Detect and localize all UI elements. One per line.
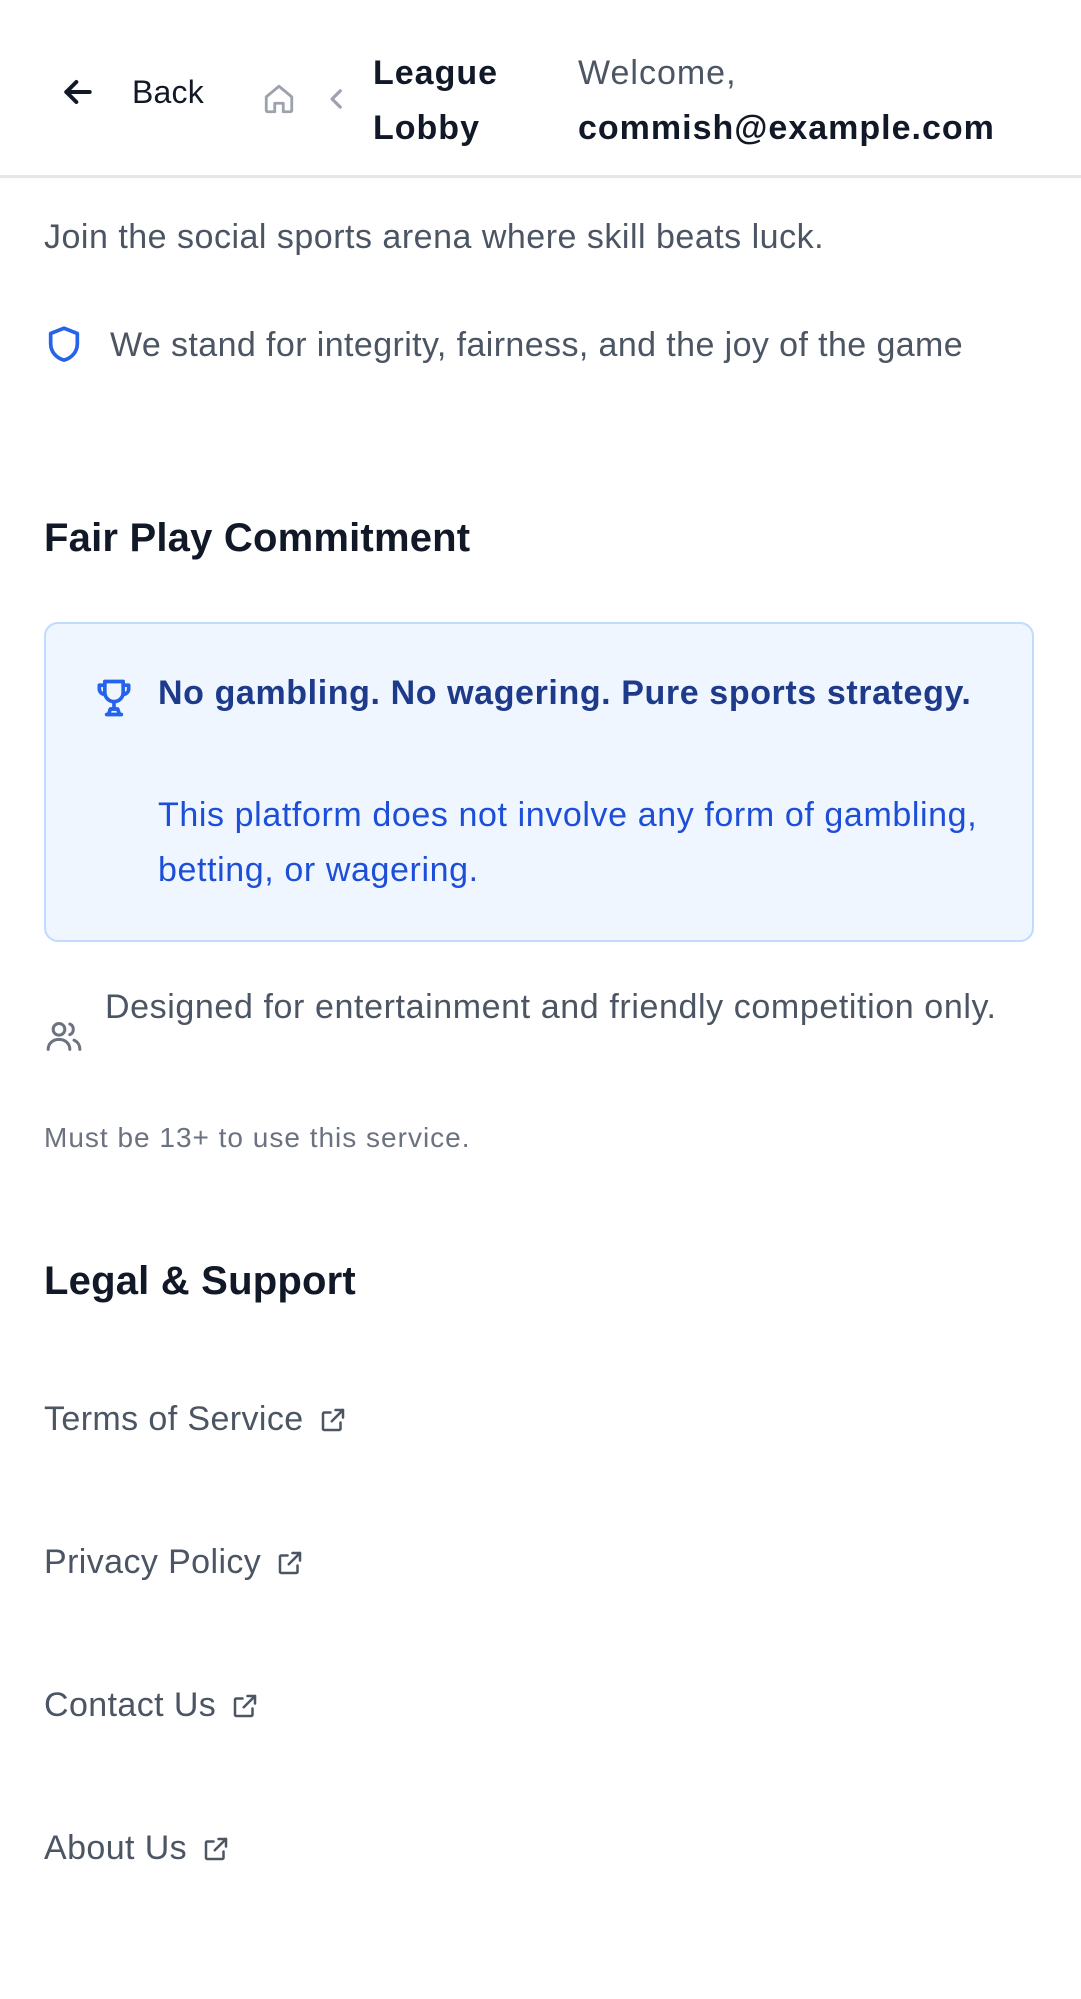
no-gambling-notice: No gambling. No wagering. Pure sports st… [44,622,1034,942]
link-label: Contact Us [44,1686,217,1724]
back-label: Back [132,73,204,110]
tagline: Join the social sports arena where skill… [44,218,825,256]
user-email: commish@example.com [578,109,995,147]
trophy-icon [97,679,131,717]
external-link-icon [321,1408,344,1431]
back-button[interactable]: Back [58,72,204,112]
legal-support-heading: Legal & Support [44,1259,356,1303]
chevron-left-icon [330,89,342,109]
fair-play-heading: Fair Play Commitment [44,516,471,560]
external-link-icon [233,1694,257,1717]
link-label: About Us [44,1829,188,1867]
shield-icon [48,326,80,362]
about-us-link[interactable]: About Us [44,1829,231,1868]
top-bar: Back League Lobby Welcome, commish@examp… [0,0,1081,178]
external-link-icon [278,1551,302,1574]
contact-us-link[interactable]: Contact Us [44,1686,260,1725]
breadcrumb-current: League Lobby [373,54,499,147]
link-label: Terms of Service [44,1400,304,1438]
privacy-policy-link[interactable]: Privacy Policy [44,1543,305,1582]
welcome-message: Welcome, commish@example.com [578,46,995,156]
users-icon [46,1021,82,1051]
external-link-icon [204,1837,228,1860]
integrity-text: We stand for integrity, fairness, and th… [110,326,964,364]
age-requirement: Must be 13+ to use this service. [44,1122,471,1153]
link-label: Privacy Policy [44,1543,262,1581]
entertainment-text: Designed for entertainment and friendly … [105,988,997,1026]
home-icon[interactable] [262,82,296,116]
notice-body: This platform does not involve any form … [158,796,978,889]
arrow-left-icon [64,80,92,104]
terms-of-service-link[interactable]: Terms of Service [44,1400,348,1439]
welcome-prefix: Welcome, [578,54,737,92]
notice-title: No gambling. No wagering. Pure sports st… [158,674,972,712]
